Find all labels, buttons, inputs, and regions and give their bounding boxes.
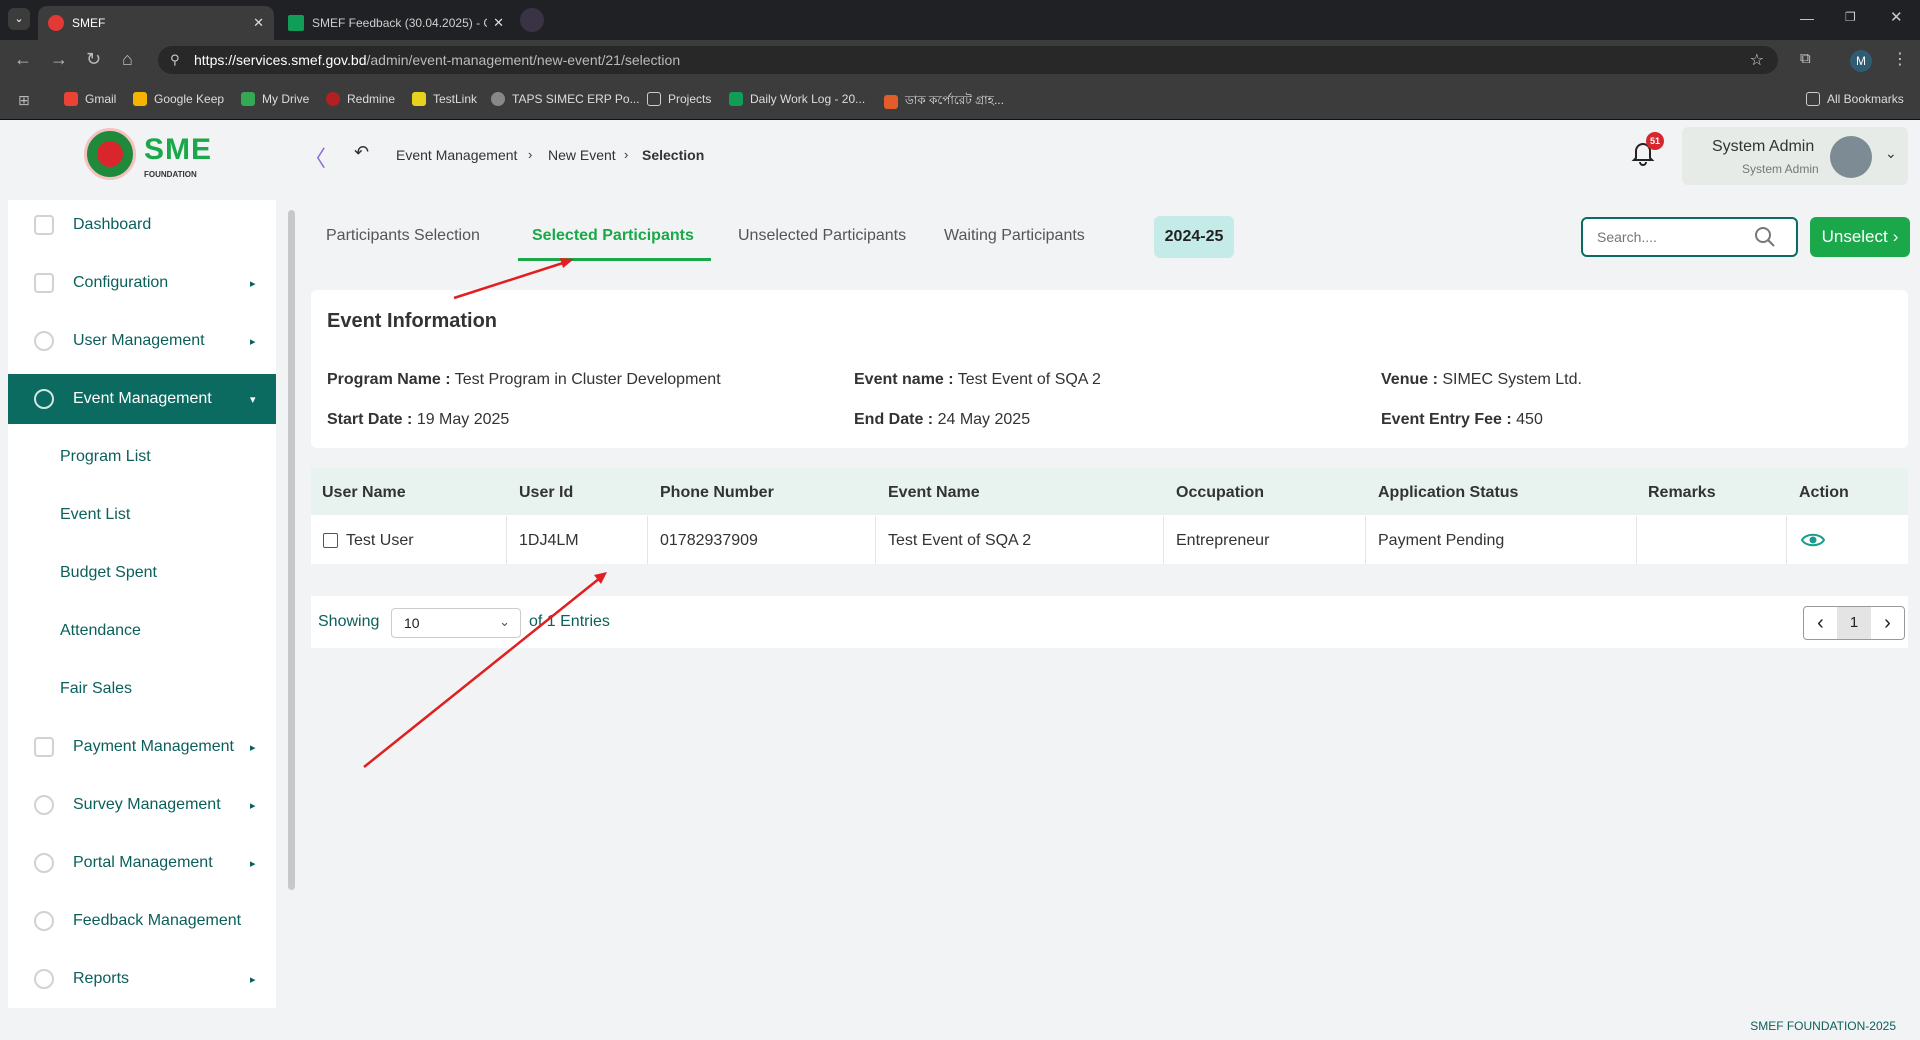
annotation-arrows (363, 258, 607, 768)
footer-text: SMEF FOUNDATION-2025 (1750, 1019, 1896, 1033)
arrowhead (560, 258, 574, 268)
footer: SMEF FOUNDATION-2025 (0, 1010, 1920, 1040)
annotation-arrow (453, 260, 567, 300)
annotation-arrow (363, 577, 601, 768)
